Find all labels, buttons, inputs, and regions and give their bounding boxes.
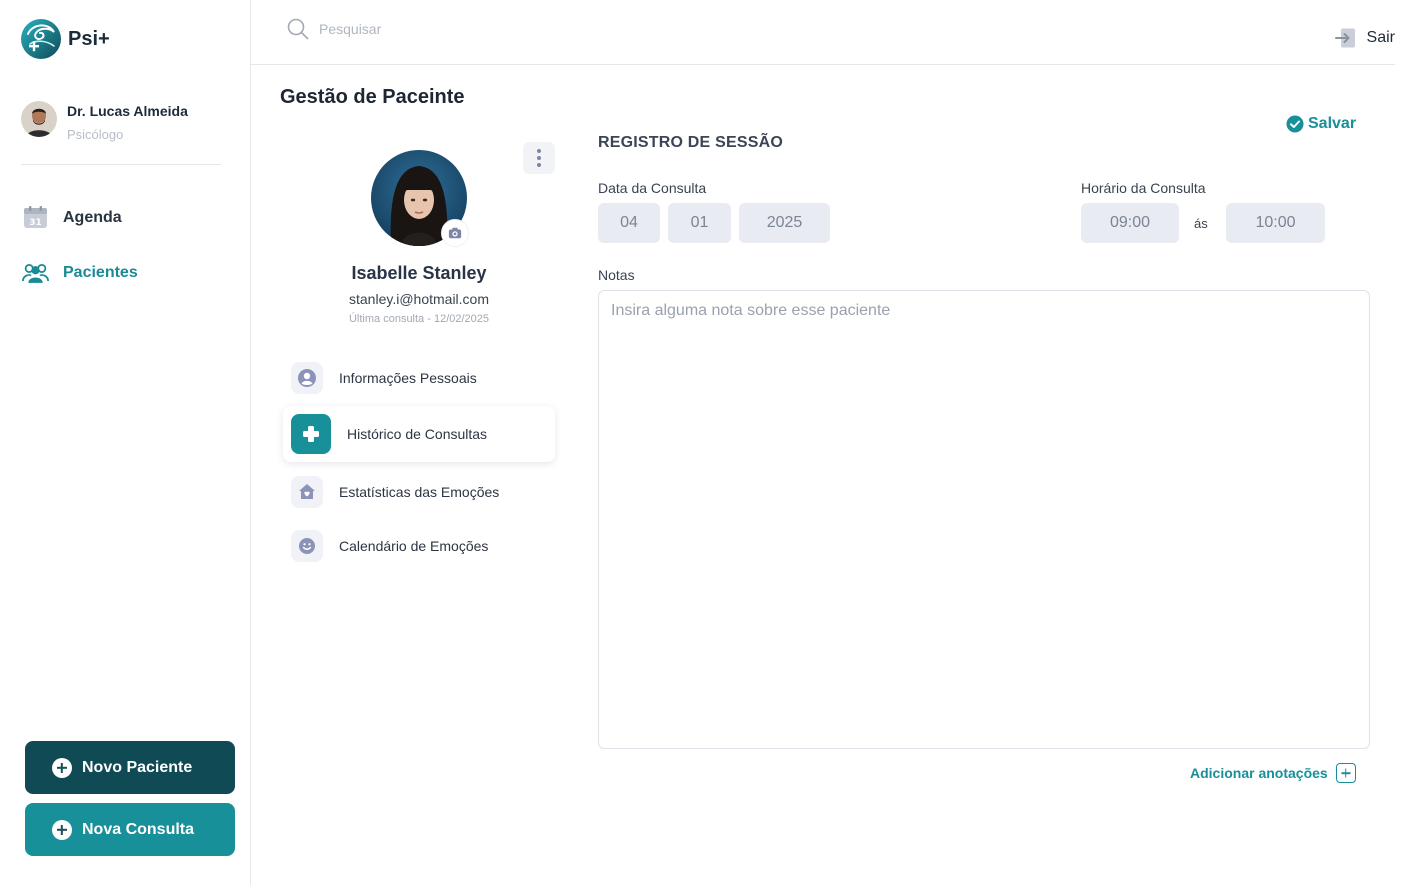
time-separator: ás (1194, 216, 1208, 231)
patient-menu-label: Informações Pessoais (339, 370, 477, 386)
user-role: Psicólogo (67, 127, 124, 142)
patient-menu-label: Estatísticas das Emoções (339, 484, 500, 500)
search-input[interactable] (319, 16, 619, 42)
change-photo-button[interactable] (441, 219, 469, 247)
smile-icon (291, 530, 323, 562)
logo-icon (21, 19, 61, 59)
plus-square-icon (1335, 763, 1356, 783)
medical-cross-icon (291, 414, 331, 454)
user-circle-icon (291, 362, 323, 394)
month-field[interactable] (668, 203, 731, 243)
sidebar-item-agenda[interactable]: 31 Agenda (22, 204, 122, 231)
more-dot (537, 163, 541, 167)
sidebar-item-label: Agenda (63, 208, 122, 226)
day-field[interactable] (598, 203, 660, 243)
logout-icon (1334, 28, 1355, 48)
users-icon (22, 263, 49, 283)
patient-menu-personal-info[interactable]: Informações Pessoais (283, 350, 555, 406)
more-dot (537, 149, 541, 153)
patient-menu-history[interactable]: Histórico de Consultas (283, 406, 555, 462)
logout-label: Sair (1366, 29, 1395, 46)
year-field[interactable] (739, 203, 830, 243)
patient-menu-label: Calendário de Emoções (339, 538, 489, 554)
topbar: Sair (251, 0, 1395, 65)
home-heart-icon (291, 476, 323, 508)
plus-circle-icon (52, 757, 72, 778)
add-notes-button[interactable]: Adicionar anotações (1190, 763, 1356, 783)
camera-icon (448, 227, 462, 239)
app-logo[interactable]: Psi+ (20, 18, 110, 60)
check-circle-icon (1286, 115, 1304, 133)
divider (21, 164, 221, 165)
sidebar-item-pacientes[interactable]: Pacientes (22, 259, 138, 286)
search-icon (287, 18, 309, 40)
plus-circle-icon (52, 819, 72, 840)
notes-textarea[interactable] (598, 290, 1370, 749)
start-time-field[interactable] (1081, 203, 1179, 243)
session-title: REGISTRO DE SESSÃO (598, 134, 783, 151)
new-appointment-button[interactable]: Nova Consulta (25, 803, 235, 856)
add-notes-label: Adicionar anotações (1190, 765, 1328, 781)
logout-button[interactable]: Sair (1334, 27, 1395, 49)
more-options-button[interactable] (523, 142, 555, 174)
new-patient-button[interactable]: Novo Paciente (25, 741, 235, 794)
more-dot (537, 156, 541, 160)
time-label: Horário da Consulta (1081, 180, 1206, 196)
page-title: Gestão de Paceinte (280, 86, 465, 108)
patient-email: stanley.i@hotmail.com (349, 291, 489, 307)
new-appointment-label: Nova Consulta (82, 820, 195, 838)
patient-name: Isabelle Stanley (351, 263, 487, 283)
patient-menu-label: Histórico de Consultas (347, 426, 488, 442)
patient-menu-emotion-stats[interactable]: Estatísticas das Emoções (283, 464, 555, 520)
save-button[interactable]: Salvar (1286, 115, 1356, 133)
save-label: Salvar (1308, 115, 1357, 132)
date-label: Data da Consulta (598, 180, 707, 196)
new-patient-label: Novo Paciente (82, 758, 193, 776)
patient-menu-emotion-calendar[interactable]: Calendário de Emoções (283, 518, 555, 574)
notes-label: Notas (598, 267, 635, 283)
end-time-field[interactable] (1226, 203, 1325, 243)
calendar-icon: 31 (24, 206, 47, 228)
patient-last-visit: Última consulta - 12/02/2025 (348, 313, 490, 325)
avatar (21, 101, 57, 137)
sidebar-item-label: Pacientes (63, 263, 138, 281)
user-name: Dr. Lucas Almeida (67, 103, 188, 119)
app-name: Psi+ (68, 27, 110, 50)
user-profile[interactable]: Dr. Lucas Almeida Psicólogo (21, 101, 188, 142)
svg-text:31: 31 (29, 218, 42, 228)
sidebar: Psi+ Dr. Lucas Almeida Psicólogo 31 Agen… (0, 0, 251, 885)
